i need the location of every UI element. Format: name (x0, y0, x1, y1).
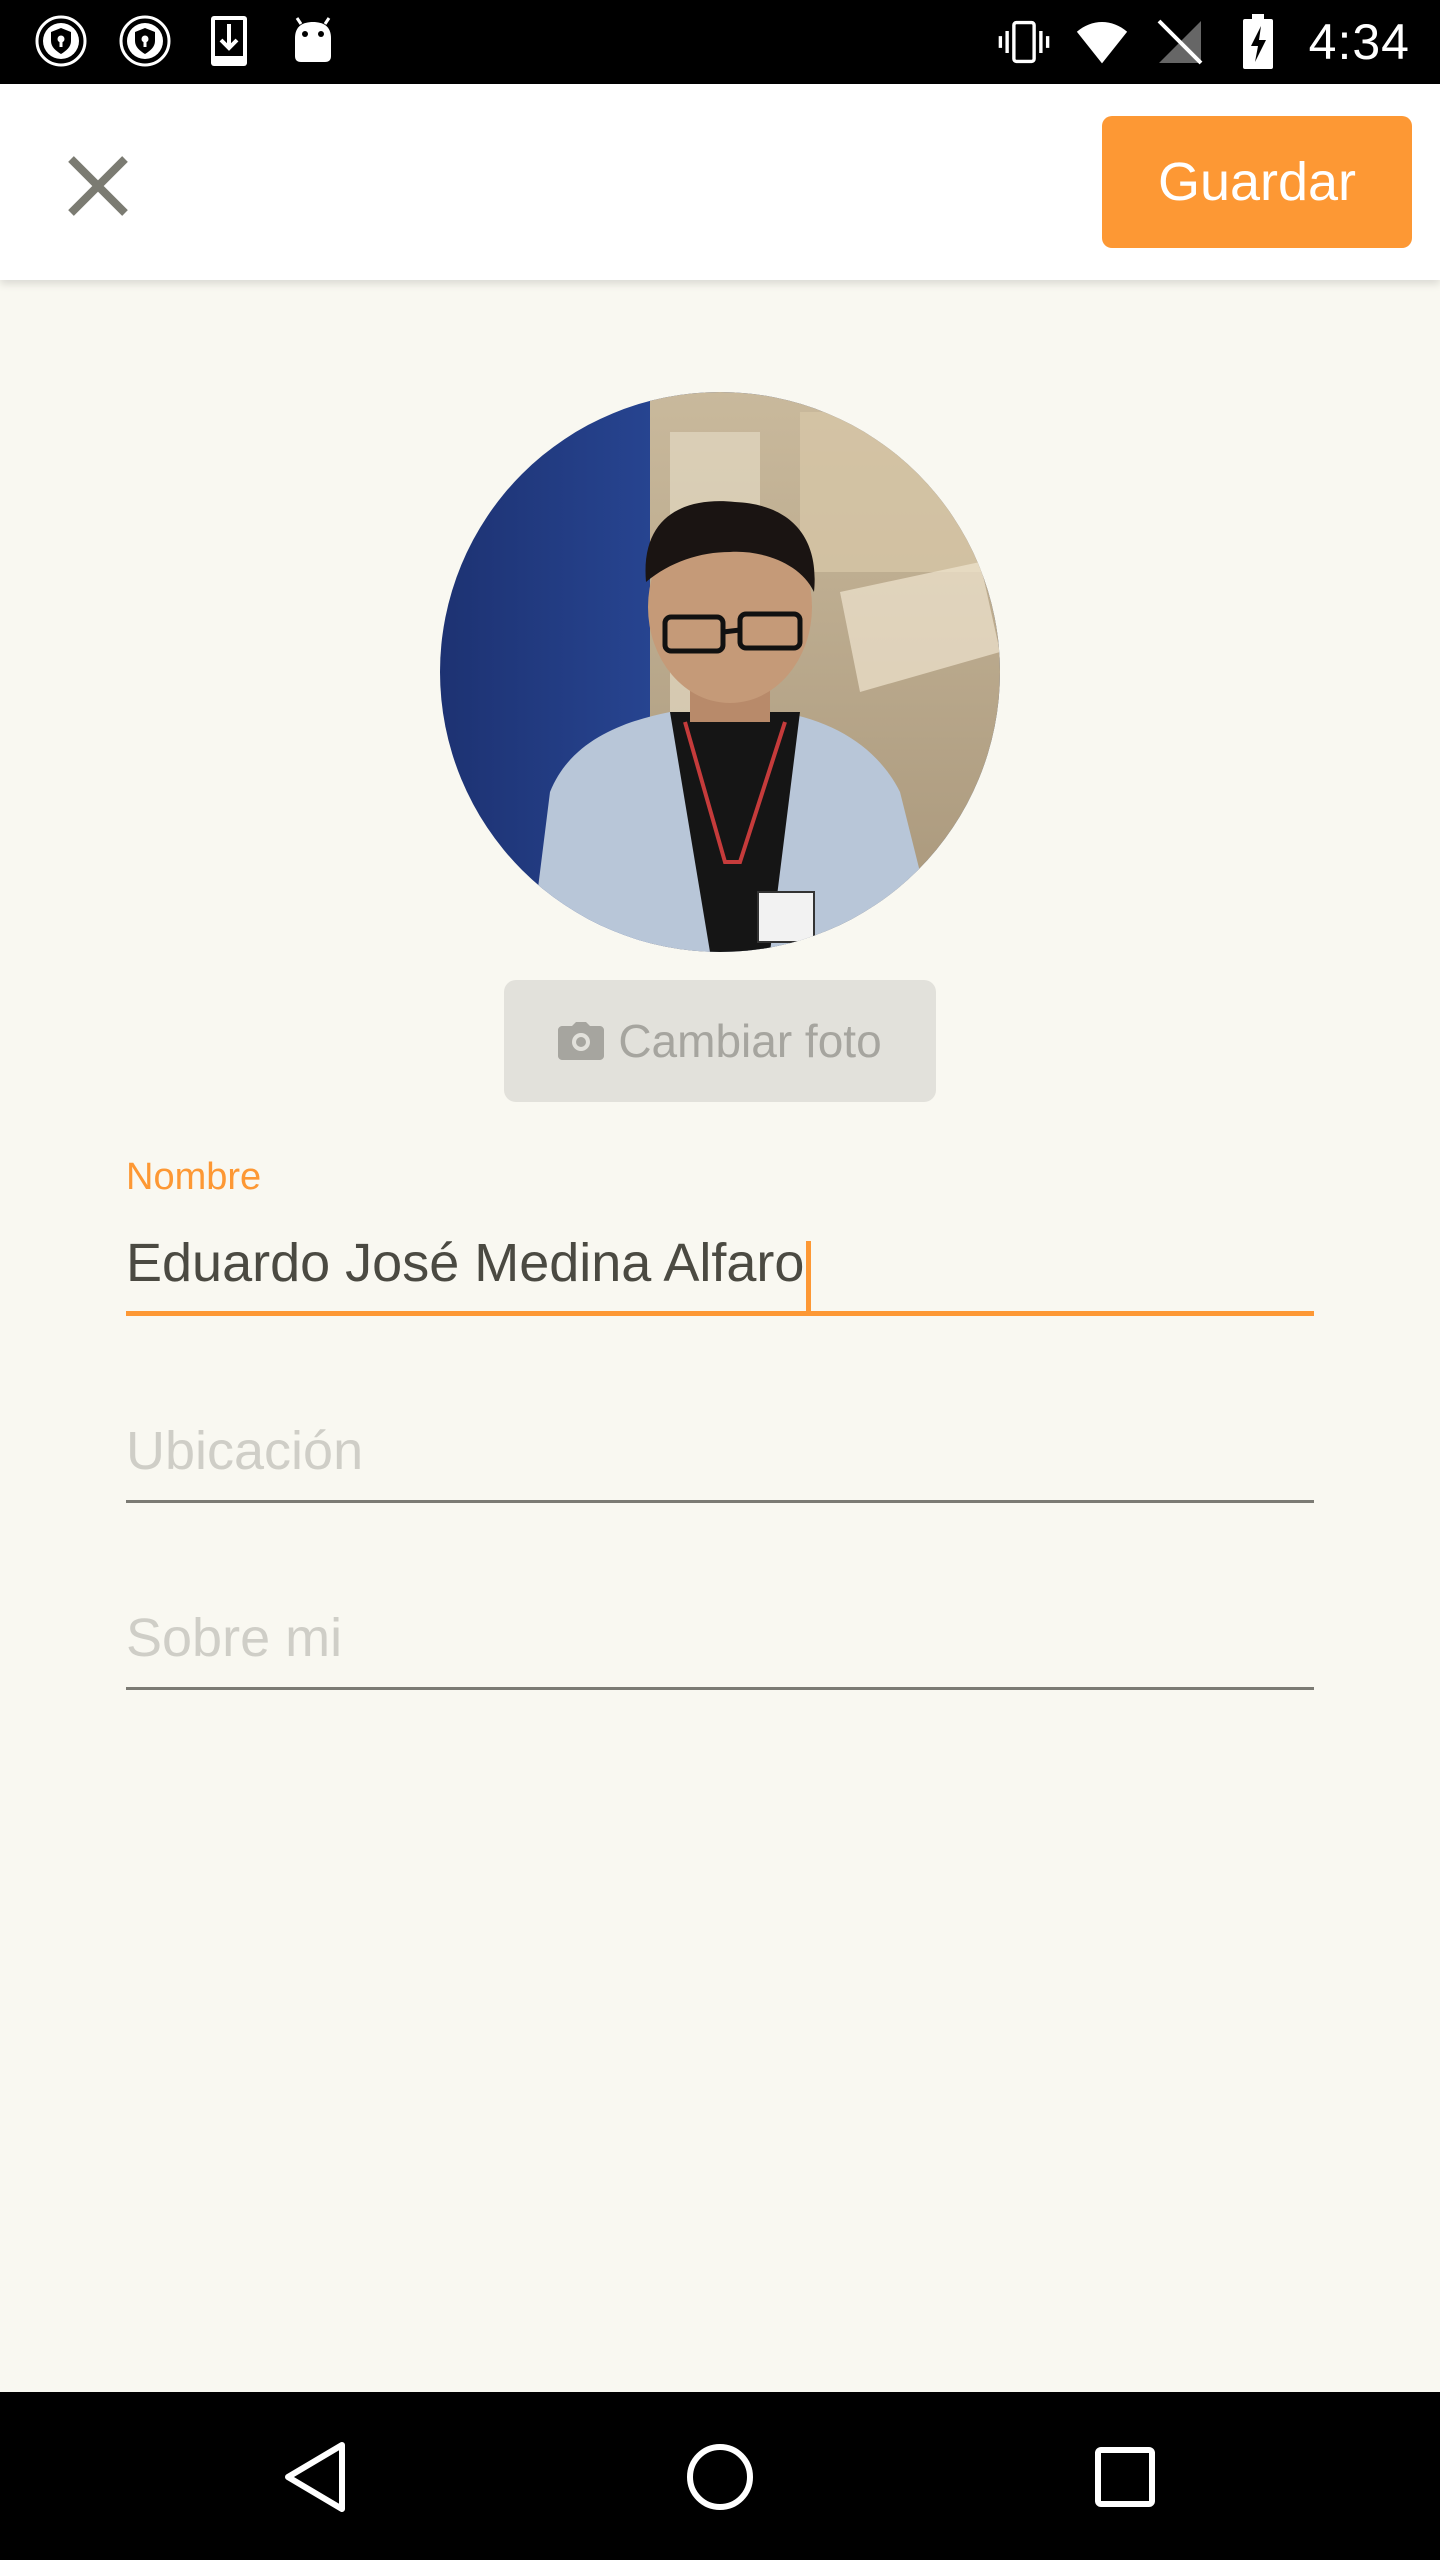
about-field-underline (126, 1687, 1314, 1690)
status-bar-notifications (34, 14, 340, 68)
camera-icon (558, 1022, 605, 1060)
home-button[interactable] (675, 2432, 765, 2522)
navigation-bar (0, 2392, 1440, 2560)
back-icon (285, 2442, 345, 2512)
about-input[interactable]: Sobre mi (126, 1607, 1314, 1669)
download-icon (202, 14, 256, 68)
location-field-underline (126, 1500, 1314, 1503)
no-signal-icon (1153, 15, 1207, 69)
location-input[interactable]: Ubicación (126, 1420, 1314, 1482)
about-field[interactable]: Sobre mi (126, 1607, 1314, 1691)
status-time: 4:34 (1308, 14, 1410, 70)
shield-notification-icon (34, 14, 88, 68)
battery-charging-icon (1231, 14, 1285, 69)
recents-icon (1095, 2447, 1155, 2507)
shield-notification-icon (118, 14, 172, 68)
profile-avatar (440, 392, 1000, 952)
location-field[interactable]: Ubicación (126, 1420, 1314, 1504)
back-button[interactable] (270, 2432, 360, 2522)
android-icon (286, 14, 340, 68)
change-photo-label: Cambiar foto (618, 1015, 882, 1067)
name-field[interactable]: Nombre Eduardo José Medina Alfaro (126, 1156, 1314, 1321)
home-icon (687, 2444, 753, 2510)
name-field-label: Nombre (126, 1156, 262, 1198)
vibrate-icon (997, 15, 1051, 69)
save-button[interactable]: Guardar (1102, 116, 1412, 248)
status-bar-system: 4:34 (997, 10, 1410, 74)
text-cursor (806, 1240, 812, 1313)
name-field-underline (126, 1311, 1314, 1316)
app-bar: Guardar (0, 84, 1440, 280)
recents-button[interactable] (1080, 2432, 1170, 2522)
close-button[interactable] (50, 138, 146, 234)
name-input[interactable]: Eduardo José Medina Alfaro (126, 1233, 804, 1293)
status-bar: 4:34 (0, 0, 1440, 84)
close-icon (68, 156, 128, 216)
change-photo-button[interactable]: Cambiar foto (504, 980, 936, 1102)
wifi-icon (1075, 15, 1129, 69)
